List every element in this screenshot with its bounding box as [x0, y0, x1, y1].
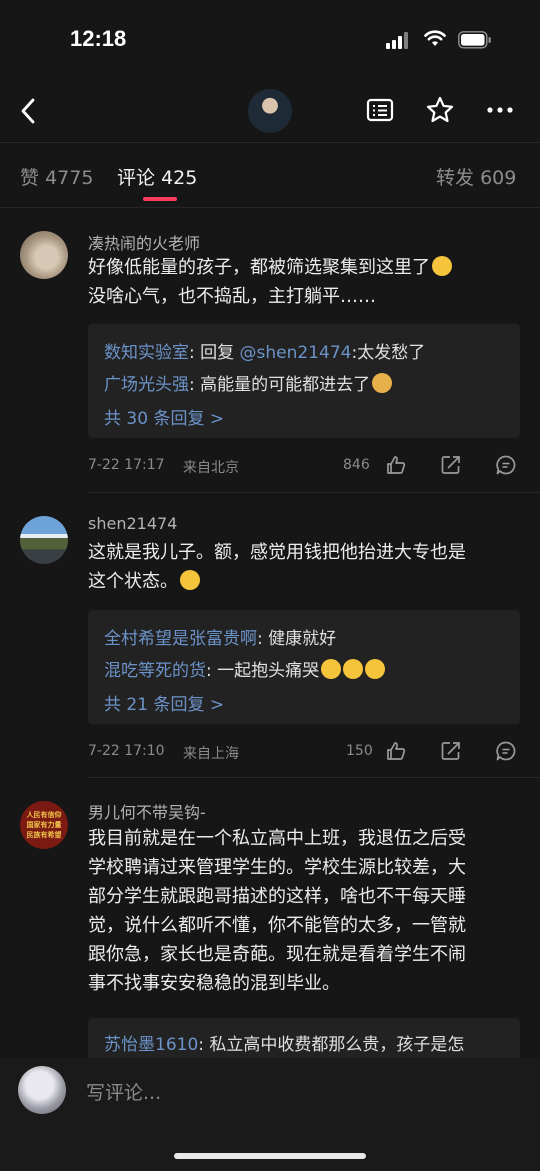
reply-box[interactable]: 全村希望是张富贵啊: 健康就好 混吃等死的货: 一起抱头痛哭 共 21 条回复 …: [88, 610, 520, 724]
reply-user[interactable]: 广场光头强: [104, 375, 189, 395]
comment-line: 跟你急，家长也是奇葩。现在就是看着学生不闹: [88, 944, 466, 965]
comment-text: 这就是我儿子。额，感觉用钱把他抬进大专也是 这个状态。: [88, 538, 466, 596]
comment-input[interactable]: 写评论...: [86, 1078, 161, 1105]
like-icon[interactable]: [385, 454, 407, 476]
divider: [0, 142, 540, 143]
share-icon[interactable]: [440, 740, 462, 762]
divider: [88, 777, 540, 778]
like-icon[interactable]: [385, 740, 407, 762]
crying-emoji-icon: [343, 659, 364, 679]
wifi-icon: [424, 30, 446, 46]
reply-item: 全村希望是张富贵啊: 健康就好: [104, 624, 336, 649]
doge-emoji-icon: [372, 373, 393, 393]
home-indicator[interactable]: [174, 1153, 366, 1159]
crying-emoji-icon: [180, 570, 200, 590]
commenter-avatar[interactable]: [20, 231, 68, 279]
reply-text: : 回复: [189, 343, 240, 363]
comment-icon[interactable]: [495, 454, 517, 476]
tab-count: 425: [161, 167, 198, 189]
commenter-avatar[interactable]: [20, 516, 68, 564]
comment-text: 好像低能量的孩子，都被筛选聚集到这里了 没啥心气，也不捣乱，主打躺平……: [88, 253, 452, 311]
comment-line: 学校聘请过来管理学生的。学校生源比较差，大: [88, 857, 466, 878]
reply-text: : 一起抱头痛哭: [206, 661, 320, 681]
commenter-name[interactable]: 男儿何不带吴钩-: [88, 799, 206, 823]
comment-line: 部分学生就跟跑哥描述的这样，啥也不干每天睡: [88, 886, 466, 907]
comment-line: 觉，说什么都听不懂，你不能管的太多，一管就: [88, 915, 466, 936]
crying-emoji-icon: [365, 659, 386, 679]
laugh-emoji-icon: [432, 256, 452, 276]
reply-user[interactable]: 数知实验室: [104, 343, 189, 363]
comment-line: 事不找事安安稳稳的混到毕业。: [88, 973, 340, 994]
comment-line: 这就是我儿子。额，感觉用钱把他抬进大专也是: [88, 542, 466, 563]
share-icon[interactable]: [440, 454, 462, 476]
reply-user[interactable]: 苏怡墨1610: [104, 1035, 198, 1055]
status-time: 12:18: [70, 26, 127, 51]
comment-location: 来自北京: [183, 460, 239, 476]
tab-count: 4775: [45, 167, 94, 189]
comment-text: 我目前就是在一个私立高中上班，我退伍之后受 学校聘请过来管理学生的。学校生源比较…: [88, 824, 528, 998]
list-icon[interactable]: [365, 95, 395, 125]
reply-user[interactable]: 全村希望是张富贵啊: [104, 629, 257, 649]
commenter-name[interactable]: shen21474: [88, 514, 177, 533]
avatar-badge-text: 人民有信仰 国家有力量 民族有希望: [26, 811, 62, 839]
my-avatar: [18, 1066, 66, 1114]
reply-text: : 健康就好: [257, 629, 337, 649]
comment-icon[interactable]: [495, 740, 517, 762]
tab-label: 转发: [436, 167, 475, 189]
view-more-replies[interactable]: 共 30 条回复 >: [104, 404, 224, 429]
commenter-avatar[interactable]: 人民有信仰 国家有力量 民族有希望: [20, 801, 68, 849]
like-count: 846: [343, 457, 370, 473]
reply-mention[interactable]: @shen21474: [240, 343, 352, 363]
comment-time: 7-22 17:10: [88, 743, 165, 759]
comment-line: 这个状态。: [88, 571, 178, 592]
more-icon[interactable]: [485, 95, 515, 125]
commenter-name[interactable]: 凑热闹的火老师: [88, 230, 200, 254]
reply-item: 混吃等死的货: 一起抱头痛哭: [104, 656, 386, 681]
battery-icon: [458, 31, 491, 49]
view-more-replies[interactable]: 共 21 条回复 >: [104, 690, 224, 715]
tab-label: 赞: [20, 167, 40, 189]
tab-count: 609: [480, 167, 517, 189]
reply-item: 苏怡墨1610: 私立高中收费都那么贵，孩子是怎: [104, 1030, 464, 1055]
tab-comments[interactable]: 评论 425: [117, 163, 197, 190]
reply-item: 数知实验室: 回复 @shen21474:太发愁了: [104, 338, 425, 363]
reply-text: : 私立高中收费都那么贵，孩子是怎: [198, 1035, 465, 1055]
comment-line: 我目前就是在一个私立高中上班，我退伍之后受: [88, 828, 466, 849]
divider: [0, 207, 540, 208]
tab-reposts[interactable]: 转发 609: [436, 163, 516, 190]
divider: [88, 492, 540, 493]
reply-text: : 高能量的可能都进去了: [189, 375, 371, 395]
back-icon[interactable]: [18, 96, 40, 126]
active-tab-indicator: [143, 197, 177, 201]
star-icon[interactable]: [425, 95, 455, 125]
reply-box[interactable]: 数知实验室: 回复 @shen21474:太发愁了 广场光头强: 高能量的可能都…: [88, 324, 520, 438]
signal-icon: [386, 31, 412, 49]
reply-text: :太发愁了: [351, 343, 426, 363]
tab-likes[interactable]: 赞 4775: [20, 163, 93, 190]
reply-item: 广场光头强: 高能量的可能都进去了: [104, 370, 393, 395]
like-count: 150: [346, 743, 373, 759]
reply-user[interactable]: 混吃等死的货: [104, 661, 206, 681]
crying-emoji-icon: [321, 659, 342, 679]
comment-line: 好像低能量的孩子，都被筛选聚集到这里了: [88, 257, 430, 278]
comment-time: 7-22 17:17: [88, 457, 165, 473]
author-avatar[interactable]: [248, 89, 292, 133]
tab-label: 评论: [117, 167, 156, 189]
comment-location: 来自上海: [183, 746, 239, 762]
comment-line: 没啥心气，也不捣乱，主打躺平……: [88, 286, 376, 307]
